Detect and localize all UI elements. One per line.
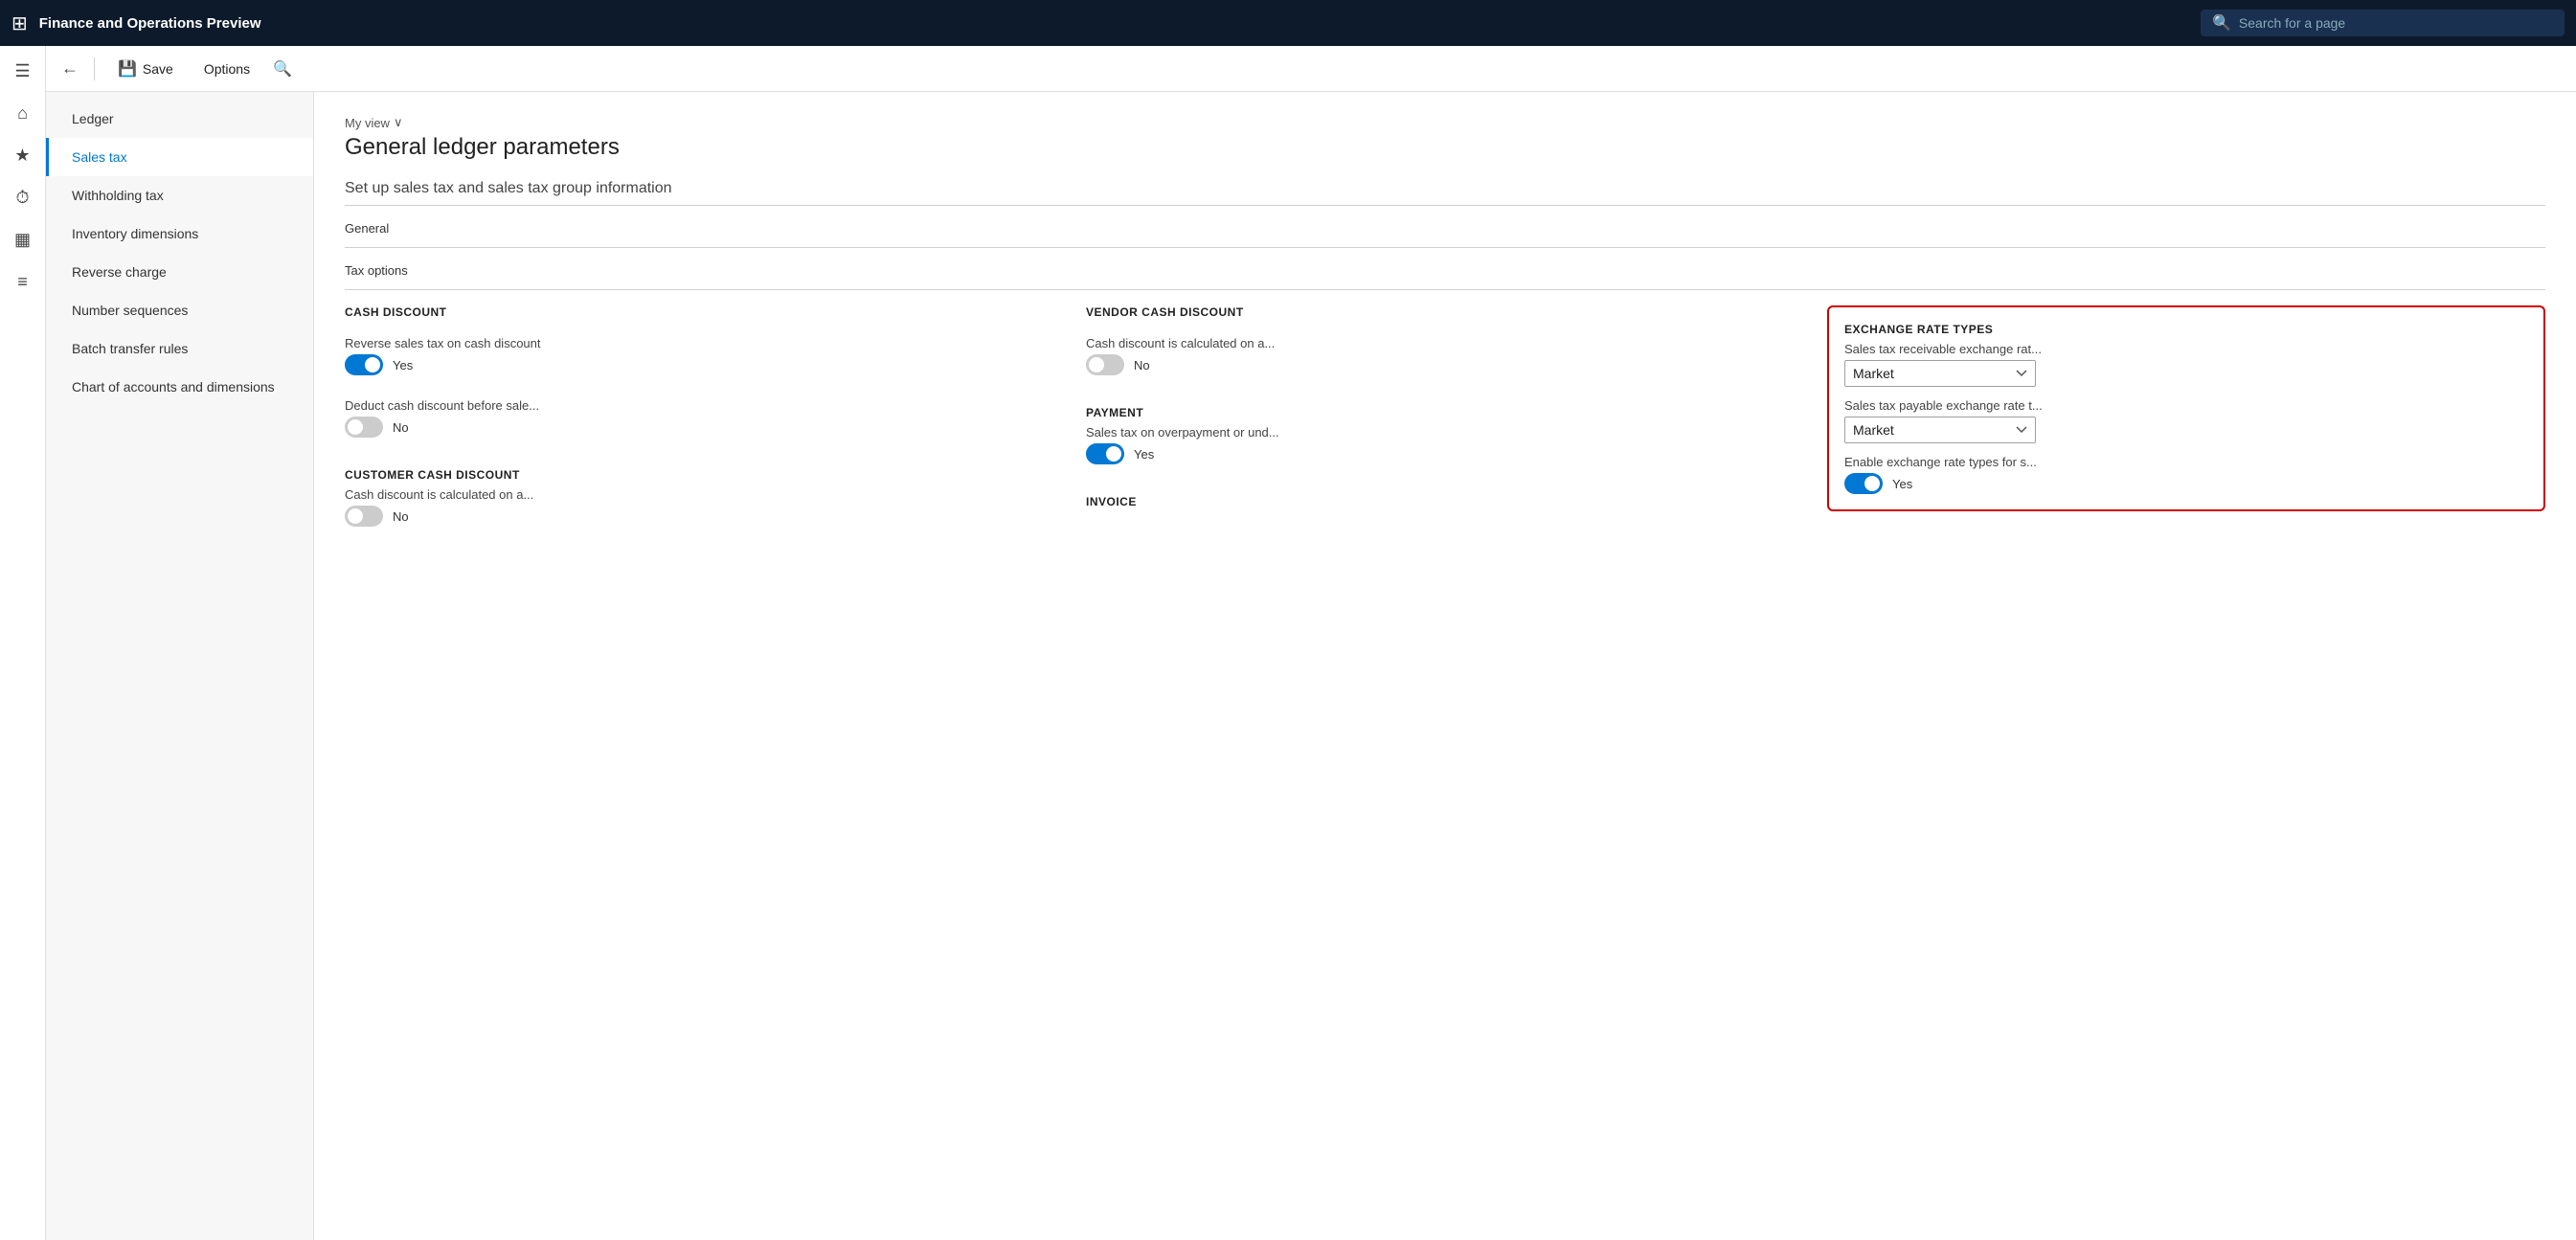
nav-recent-icon[interactable]: ⏱ <box>6 180 40 214</box>
chevron-down-icon: ∨ <box>394 115 403 130</box>
customer-cash-discount-section: CUSTOMER CASH DISCOUNT Cash discount is … <box>345 468 1063 527</box>
page-area: Ledger Sales tax Withholding tax Invento… <box>46 92 2576 1240</box>
general-divider <box>345 247 2545 248</box>
app-title: Finance and Operations Preview <box>39 15 2189 32</box>
view-selector[interactable]: My view ∨ <box>345 115 2545 130</box>
deduct-cash-discount-toggle[interactable] <box>345 417 383 438</box>
customer-cash-discount-title: CUSTOMER CASH DISCOUNT <box>345 468 1063 482</box>
left-panel: Ledger Sales tax Withholding tax Invento… <box>46 92 314 1240</box>
customer-cash-discount-toggle[interactable] <box>345 506 383 527</box>
right-panel: My view ∨ General ledger parameters Set … <box>314 92 2576 1240</box>
deduct-cash-discount-field: Deduct cash discount before sale... No <box>345 398 1063 438</box>
page-header: My view ∨ General ledger parameters <box>345 115 2545 161</box>
nav-home-icon[interactable]: ⌂ <box>6 96 40 130</box>
sidebar-item-chart-of-accounts[interactable]: Chart of accounts and dimensions <box>46 368 313 406</box>
vendor-group: VENDOR CASH DISCOUNT Cash discount is ca… <box>1086 305 1804 514</box>
nav-modules-icon[interactable]: ≡ <box>6 264 40 299</box>
sales-tax-payable-select[interactable]: Market Standard Budget <box>1844 417 2036 443</box>
section-header: Set up sales tax and sales tax group inf… <box>345 180 2545 197</box>
page-title: General ledger parameters <box>345 134 2545 161</box>
content-grid: CASH DISCOUNT Reverse sales tax on cash … <box>345 305 2545 527</box>
toolbar: ← 💾 Save Options 🔍 <box>46 46 2576 92</box>
app-grid-icon[interactable]: ⊞ <box>11 11 28 35</box>
save-button[interactable]: 💾 Save <box>110 56 181 82</box>
tax-options-divider <box>345 289 2545 290</box>
top-navigation: ⊞ Finance and Operations Preview 🔍 <box>0 0 2576 46</box>
vendor-cash-discount-title: VENDOR CASH DISCOUNT <box>1086 305 1804 319</box>
main-layout: ☰ ⌂ ★ ⏱ ▦ ≡ ← 💾 Save Options 🔍 Ledger Sa… <box>0 46 2576 1240</box>
nav-workspaces-icon[interactable]: ▦ <box>6 222 40 257</box>
search-icon: 🔍 <box>2212 13 2231 33</box>
sidebar-item-reverse-charge[interactable]: Reverse charge <box>46 253 313 291</box>
vendor-cash-discount-field: Cash discount is calculated on a... No <box>1086 336 1804 375</box>
global-search-bar[interactable]: 🔍 <box>2201 10 2565 36</box>
invoice-title: INVOICE <box>1086 495 1804 508</box>
cash-discount-title: CASH DISCOUNT <box>345 305 1063 319</box>
search-input[interactable] <box>2239 15 2553 31</box>
nav-favorites-icon[interactable]: ★ <box>6 138 40 172</box>
sales-tax-receivable-select[interactable]: Market Standard Budget <box>1844 360 2036 387</box>
main-content-area: ← 💾 Save Options 🔍 Ledger Sales tax With… <box>46 46 2576 1240</box>
back-button[interactable]: ← <box>61 58 79 79</box>
sidebar-item-number-sequences[interactable]: Number sequences <box>46 291 313 329</box>
payment-section: PAYMENT Sales tax on overpayment or und.… <box>1086 406 1804 464</box>
exchange-rate-types-title: EXCHANGE RATE TYPES <box>1844 323 2528 336</box>
general-group-title: General <box>345 221 2545 236</box>
sidebar-item-withholding-tax[interactable]: Withholding tax <box>46 176 313 214</box>
sales-tax-payable-field: Sales tax payable exchange rate t... Mar… <box>1844 398 2528 443</box>
section-divider <box>345 205 2545 206</box>
save-icon: 💾 <box>118 59 137 79</box>
sidebar-item-sales-tax[interactable]: Sales tax <box>46 138 313 176</box>
cash-discount-group: CASH DISCOUNT Reverse sales tax on cash … <box>345 305 1063 527</box>
sidebar-item-inventory-dimensions[interactable]: Inventory dimensions <box>46 214 313 253</box>
sales-tax-overpayment-toggle[interactable] <box>1086 443 1124 464</box>
sidebar-navigation: ☰ ⌂ ★ ⏱ ▦ ≡ <box>0 46 46 1240</box>
invoice-section: INVOICE <box>1086 495 1804 514</box>
nav-hamburger-icon[interactable]: ☰ <box>6 54 40 88</box>
options-button[interactable]: Options <box>196 57 258 80</box>
reverse-sales-tax-field: Reverse sales tax on cash discount Yes <box>345 336 1063 375</box>
tax-options-title: Tax options <box>345 263 2545 278</box>
payment-title: PAYMENT <box>1086 406 1804 419</box>
vendor-cash-discount-toggle[interactable] <box>1086 354 1124 375</box>
toolbar-divider <box>94 57 95 80</box>
enable-exchange-rate-field: Enable exchange rate types for s... Yes <box>1844 455 2528 494</box>
sidebar-item-batch-transfer-rules[interactable]: Batch transfer rules <box>46 329 313 368</box>
enable-exchange-rate-toggle[interactable] <box>1844 473 1883 494</box>
sales-tax-receivable-field: Sales tax receivable exchange rat... Mar… <box>1844 342 2528 387</box>
exchange-rate-types-group: EXCHANGE RATE TYPES Sales tax receivable… <box>1827 305 2545 511</box>
sidebar-item-ledger[interactable]: Ledger <box>46 100 313 138</box>
reverse-sales-tax-toggle[interactable] <box>345 354 383 375</box>
toolbar-search-icon[interactable]: 🔍 <box>273 59 292 79</box>
